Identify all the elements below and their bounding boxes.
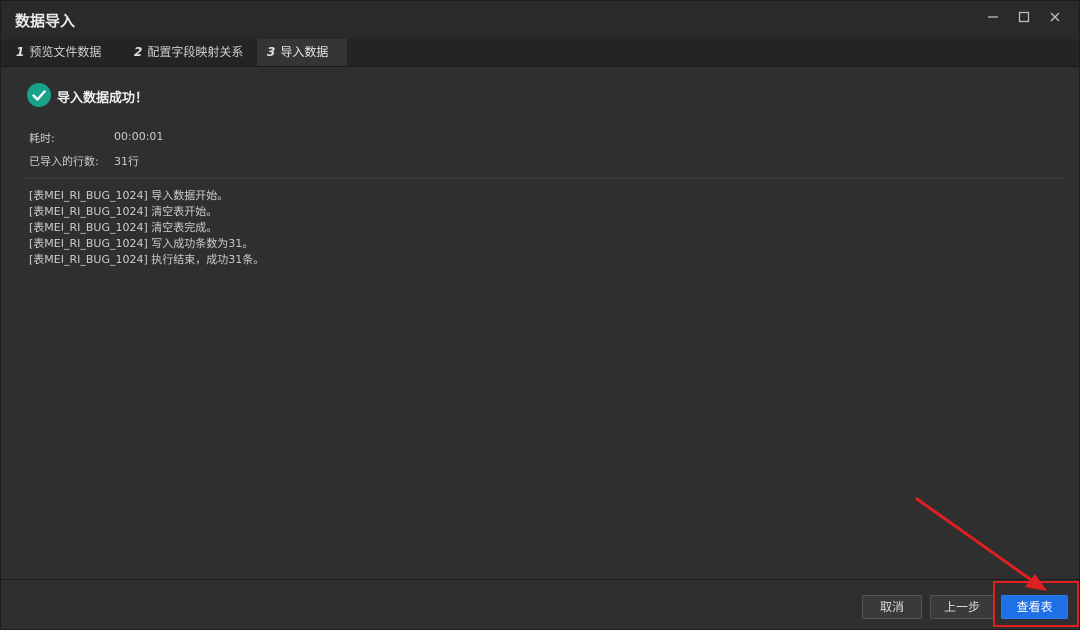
annotation-arrow-icon: [915, 497, 1047, 591]
check-circle-icon: [27, 83, 51, 107]
step-number: 3: [267, 45, 276, 59]
rows-imported-value: 31行: [114, 155, 139, 168]
dialog-title: 数据导入: [15, 12, 76, 30]
step-number: 1: [16, 45, 25, 59]
tab-label: 预览文件数据: [29, 45, 102, 59]
log-line: [表MEI_RI_BUG_1024] 导入数据开始。: [29, 189, 229, 202]
tab-field-mapping[interactable]: 2 配置字段映射关系: [124, 39, 254, 66]
maximize-icon[interactable]: [1013, 9, 1035, 31]
step-number: 2: [134, 45, 143, 59]
rows-imported-label: 已导入的行数:: [29, 155, 99, 168]
log-line: [表MEI_RI_BUG_1024] 写入成功条数为31。: [29, 237, 254, 250]
tab-import-data[interactable]: 3 导入数据: [257, 39, 347, 66]
data-import-dialog: 数据导入 1 预览文件数据 2 配置字段映射关系 3 导入数据 导入数据成功！ 耗时:: [0, 0, 1080, 630]
wizard-steps: 1 预览文件数据 2 配置字段映射关系 3 导入数据: [1, 39, 1079, 67]
log-line: [表MEI_RI_BUG_1024] 执行结束，成功31条。: [29, 253, 265, 266]
elapsed-label: 耗时:: [29, 132, 55, 145]
tab-label: 配置字段映射关系: [147, 45, 244, 59]
tab-label: 导入数据: [280, 45, 329, 59]
import-log: [表MEI_RI_BUG_1024] 导入数据开始。 [表MEI_RI_BUG_…: [29, 188, 264, 268]
log-line: [表MEI_RI_BUG_1024] 清空表完成。: [29, 221, 218, 234]
title-bar: 数据导入: [1, 1, 1079, 39]
tab-preview-file-data[interactable]: 1 预览文件数据: [6, 39, 121, 66]
close-icon[interactable]: [1044, 9, 1066, 31]
minimize-icon[interactable]: [982, 9, 1004, 31]
log-line: [表MEI_RI_BUG_1024] 清空表开始。: [29, 205, 218, 218]
elapsed-value: 00:00:01: [114, 130, 164, 143]
success-message: 导入数据成功！: [57, 91, 149, 106]
divider: [21, 178, 1065, 179]
